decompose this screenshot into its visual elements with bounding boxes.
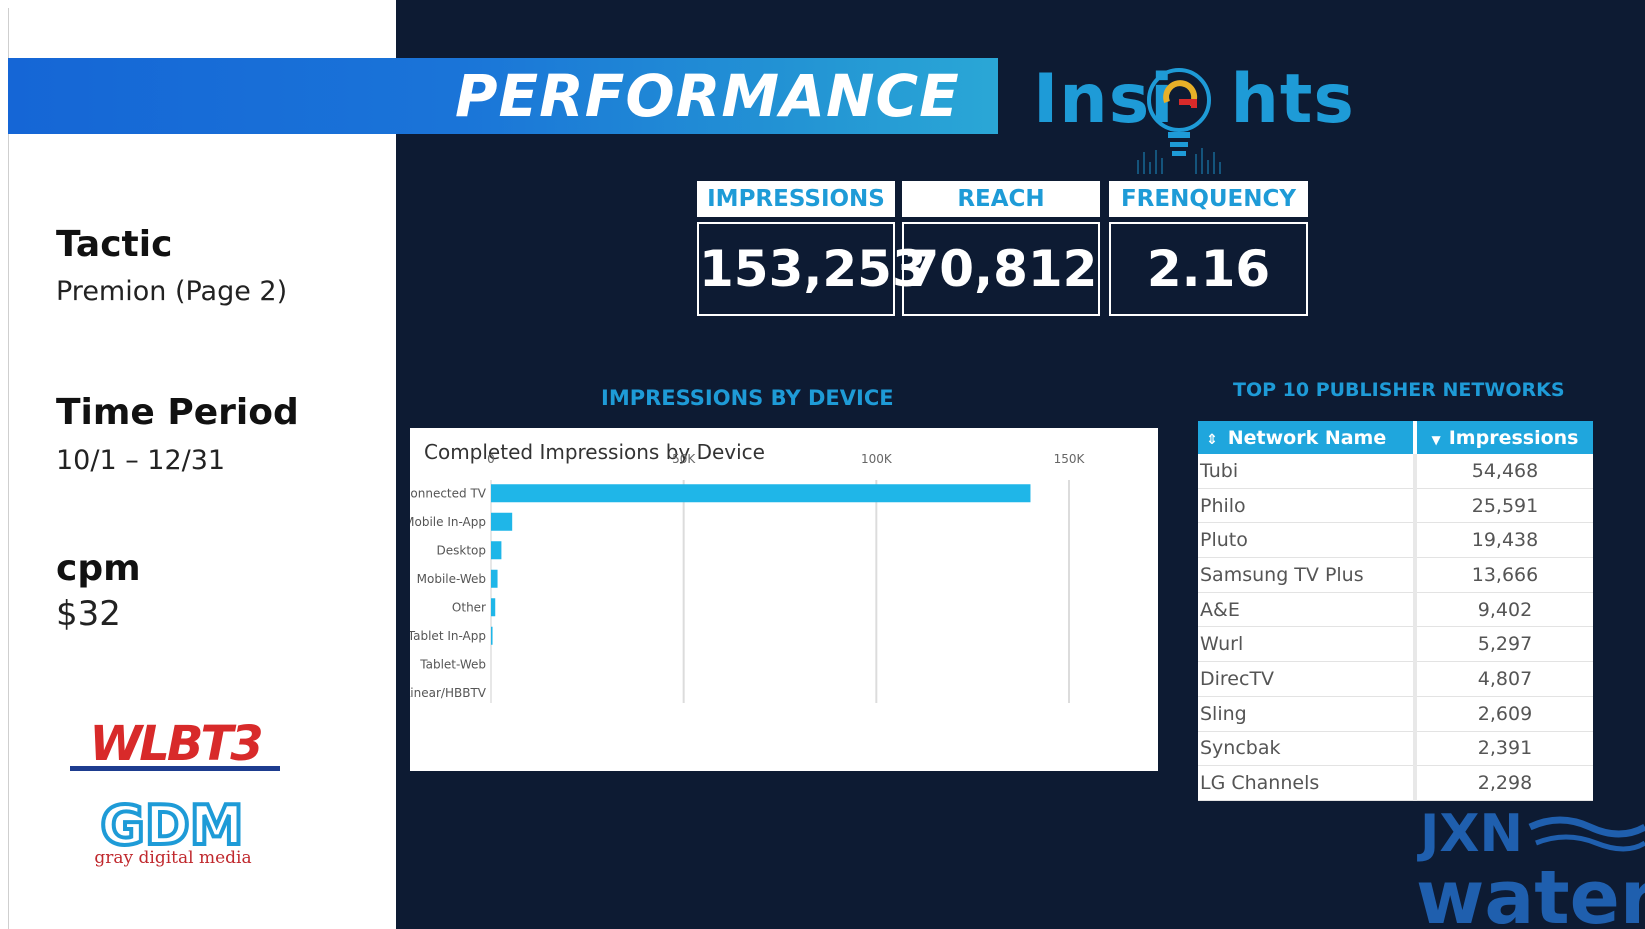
y-category-label: Linear/HBBTV	[410, 686, 487, 700]
impressions-cell: 13,666	[1413, 557, 1593, 593]
tactic-label: Tactic	[56, 224, 173, 265]
table-row: A&E 9,402	[1198, 592, 1593, 628]
x-tick-label: 150K	[1054, 452, 1086, 466]
table-row: Pluto 19,438	[1198, 522, 1593, 559]
chart-bar	[491, 598, 496, 617]
chart-bar	[491, 484, 1031, 503]
table-row: Tubi 54,468	[1198, 454, 1593, 489]
chart-bar	[491, 541, 502, 560]
table-row: DirecTV 4,807	[1198, 661, 1593, 697]
device-chart-card: Completed Impressions by Device 0 50K 100K…	[410, 428, 1158, 771]
table-row: Wurl 5,297	[1198, 626, 1593, 663]
impressions-cell: 25,591	[1413, 488, 1593, 524]
y-category-label: Other	[452, 600, 486, 614]
impressions-cell: 4,807	[1413, 661, 1593, 697]
chart-bar	[491, 569, 498, 588]
col-network-name-label: Network Name	[1227, 426, 1387, 449]
y-category-label: Mobile-Web	[417, 572, 486, 586]
table-row: LG Channels 2,298	[1198, 765, 1593, 801]
device-section-title: IMPRESSIONS BY DEVICE	[601, 386, 894, 410]
brand-title-post: hts	[1230, 60, 1355, 139]
network-name-cell: Syncbak	[1198, 731, 1415, 767]
chart-title: Completed Impressions by Device	[424, 440, 765, 464]
tactic-value: Premion (Page 2)	[56, 276, 288, 307]
chart-bar	[491, 626, 493, 645]
y-category-label: Desktop	[437, 543, 487, 557]
x-tick-label: 0	[487, 452, 495, 466]
network-name-cell: Samsung TV Plus	[1198, 557, 1415, 593]
network-name-cell: Sling	[1198, 696, 1415, 732]
table-header-row: ⇕ Network Name ▼ Impressions	[1198, 421, 1593, 454]
impressions-cell: 19,438	[1413, 522, 1593, 559]
table-row: Sling 2,609	[1198, 696, 1593, 732]
y-category-label: Connected TV	[410, 486, 487, 500]
kpi-impressions-label: IMPRESSIONS	[697, 181, 895, 217]
network-name-cell: A&E	[1198, 592, 1415, 628]
network-name-cell: DirecTV	[1198, 661, 1415, 697]
sort-icon: ⇕	[1206, 431, 1218, 448]
network-name-cell: Wurl	[1198, 626, 1415, 663]
impressions-cell: 2,391	[1413, 731, 1593, 767]
y-category-label: Mobile In-App	[410, 515, 486, 529]
y-category-label: Tablet In-App	[410, 629, 486, 643]
impressions-cell: 5,297	[1413, 626, 1593, 663]
y-category-label: Tablet-Web	[419, 657, 486, 671]
table-row: Samsung TV Plus 13,666	[1198, 557, 1593, 593]
gdm-logo-subtitle: gray digital media	[94, 848, 252, 868]
network-name-cell: Philo	[1198, 488, 1415, 524]
col-impressions[interactable]: ▼ Impressions	[1413, 421, 1593, 454]
cpm-value: $32	[56, 594, 121, 634]
col-network-name[interactable]: ⇕ Network Name	[1198, 421, 1415, 454]
publisher-section-title: TOP 10 PUBLISHER NETWORKS	[1233, 379, 1565, 401]
publisher-table: ⇕ Network Name ▼ Impressions Tubi 54,468 Phi…	[1198, 421, 1593, 801]
cpm-label: cpm	[56, 548, 141, 589]
chart-bar	[491, 512, 513, 531]
time-period-value: 10/1 – 12/31	[56, 445, 226, 476]
col-impressions-label: Impressions	[1448, 426, 1579, 449]
sort-desc-icon: ▼	[1431, 432, 1441, 447]
impressions-cell: 9,402	[1413, 592, 1593, 628]
wlbt3-logo: WLBT3	[70, 718, 280, 772]
kpi-reach-label: REACH	[902, 181, 1100, 217]
device-bar-chart: Completed Impressions by Device 0 50K 100K…	[410, 440, 1086, 703]
wlbt3-logo-text: WLBT3	[89, 718, 261, 772]
kpi-reach-value: 70,812	[902, 222, 1100, 316]
table-row: Philo 25,591	[1198, 488, 1593, 524]
table-row: Syncbak 2,391	[1198, 731, 1593, 767]
network-name-cell: Pluto	[1198, 522, 1415, 559]
kpi-frequency-value: 2.16	[1109, 222, 1308, 316]
lightbulb-icon	[1137, 68, 1221, 174]
impressions-cell: 54,468	[1413, 454, 1593, 489]
impressions-cell: 2,609	[1413, 696, 1593, 732]
network-name-cell: Tubi	[1198, 454, 1415, 489]
kpi-frequency-label: FRENQUENCY	[1109, 181, 1308, 217]
network-name-cell: LG Channels	[1198, 765, 1415, 801]
impressions-cell: 2,298	[1413, 765, 1593, 801]
jxn-water-logo: JXN water	[1416, 805, 1645, 929]
x-tick-label: 100K	[861, 452, 893, 466]
time-period-label: Time Period	[56, 392, 299, 433]
banner-title: PERFORMANCE	[455, 62, 960, 130]
jxn-logo-line2: water	[1416, 855, 1645, 929]
kpi-impressions-value: 153,253	[697, 222, 927, 316]
x-tick-label: 50K	[672, 452, 696, 466]
